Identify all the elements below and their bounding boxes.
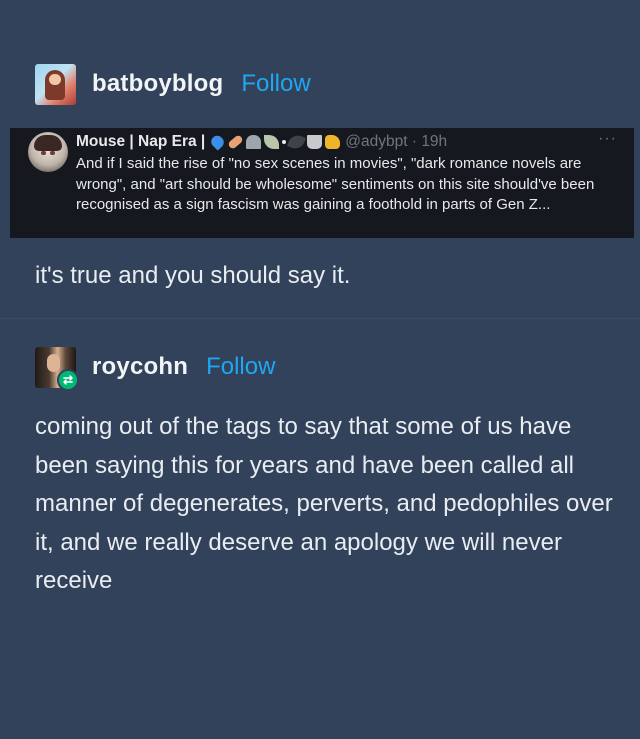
post1-body: it's true and you should say it.	[35, 262, 351, 289]
more-options-icon: ···	[598, 130, 617, 147]
headstone-icon	[246, 135, 262, 149]
batboyblog-avatar[interactable]	[35, 63, 76, 105]
tweet-avatar	[28, 132, 68, 172]
avatar-face	[47, 353, 60, 372]
tweet-display-name: Mouse | Nap Era |	[76, 133, 206, 150]
tweet-handle-time: @adybpt · 19h	[345, 133, 448, 150]
feather-icon	[287, 132, 307, 152]
thumbs-up-icon	[325, 135, 341, 149]
tweet-text: And if I said the rise of "no sex scenes…	[76, 155, 595, 213]
leaf-icon	[264, 135, 280, 149]
post2-follow-button[interactable]: Follow	[206, 353, 275, 381]
post2-body: coming out of the tags to say that some …	[35, 413, 613, 594]
reblog-divider	[0, 318, 640, 319]
tweet-header: Mouse | Nap Era | @adybpt · 19h	[76, 132, 448, 152]
tweet-emoji-row	[209, 132, 341, 152]
bandage-icon	[227, 134, 245, 150]
embedded-tweet: Mouse | Nap Era | @adybpt · 19h ··· And …	[10, 128, 634, 238]
post2-header: ⇄ roycohn Follow	[35, 345, 275, 391]
roycohn-avatar[interactable]: ⇄	[35, 346, 79, 391]
post1-username[interactable]: batboyblog	[92, 70, 223, 98]
avatar-face	[49, 73, 61, 85]
dot-icon	[282, 140, 287, 144]
post2-username[interactable]: roycohn	[92, 353, 188, 381]
reblog-icon: ⇄	[57, 368, 79, 391]
blue-heart-icon	[209, 133, 227, 151]
post1-follow-button[interactable]: Follow	[241, 70, 310, 98]
basket-icon	[307, 135, 323, 149]
post1-header: batboyblog Follow	[35, 62, 311, 106]
tweet-avatar-eye-right	[50, 151, 55, 155]
tweet-avatar-hair	[34, 135, 62, 151]
tweet-avatar-eye-left	[41, 151, 46, 155]
